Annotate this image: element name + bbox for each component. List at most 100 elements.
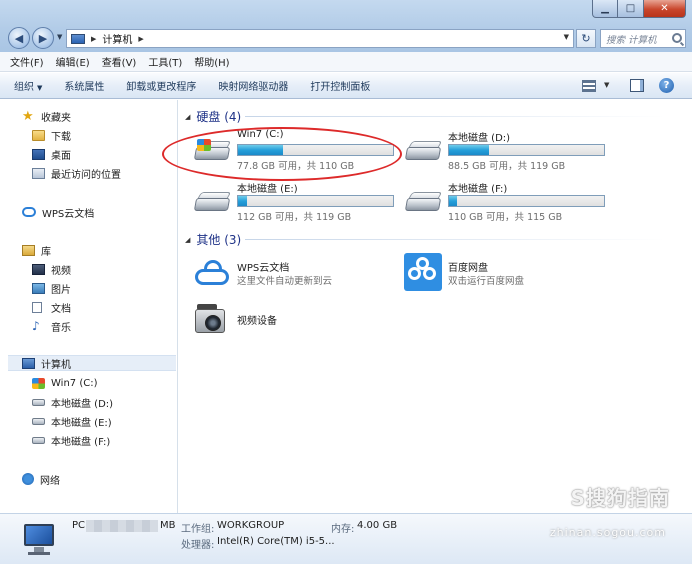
sidebar-favorites[interactable]: ★ 收藏夹 <box>22 108 71 124</box>
group-header-drives[interactable]: ◢ 硬盘 (4) <box>185 108 241 125</box>
memory-value: 4.00 GB <box>357 520 398 531</box>
group-divider <box>245 239 665 240</box>
computer-icon <box>71 33 85 44</box>
windows-drive-icon <box>193 139 232 161</box>
computer-name-suffix: MB <box>160 520 176 531</box>
menu-tools[interactable]: 工具(T) <box>148 54 182 69</box>
close-button[interactable]: ✕ <box>644 0 686 18</box>
library-icon <box>22 244 35 256</box>
capacity-bar <box>237 195 394 207</box>
drive-d-tile[interactable]: 本地磁盘 (D:) 88.5 GB 可用，共 119 GB <box>404 129 609 172</box>
item-name: WPS云文档 <box>237 263 290 274</box>
map-network-drive-button[interactable]: 映射网络驱动器 <box>218 78 288 93</box>
watermark-url: zhinan.sogou.com <box>549 526 666 539</box>
menu-view[interactable]: 查看(V) <box>102 54 137 69</box>
change-view-icon[interactable] <box>582 80 596 92</box>
refresh-button[interactable]: ↻ <box>576 29 596 48</box>
sidebar-item-music[interactable]: ♪ 音乐 <box>32 318 71 334</box>
capacity-bar <box>448 144 605 156</box>
video-icon <box>32 263 45 275</box>
capacity-fill <box>238 145 283 155</box>
drive-e-tile[interactable]: 本地磁盘 (E:) 112 GB 可用，共 119 GB <box>193 180 398 223</box>
back-button[interactable]: ◀ <box>8 27 30 49</box>
view-dropdown[interactable]: ▼ <box>604 81 609 89</box>
open-control-panel-button[interactable]: 打开控制面板 <box>310 78 370 93</box>
search-icon <box>672 33 682 43</box>
cloud-icon <box>22 207 36 217</box>
recent-pages-dropdown[interactable]: ▼ <box>57 33 62 41</box>
camera-icon <box>193 301 231 339</box>
sidebar-item-videos[interactable]: 视频 <box>32 261 71 277</box>
sidebar-item-drive-c[interactable]: Win7 (C:) <box>32 375 97 391</box>
wps-cloud-tile[interactable]: WPS云文档 这里文件自动更新到云 <box>193 257 393 297</box>
sidebar-item-downloads[interactable]: 下载 <box>32 127 71 143</box>
sidebar-wps-cloud[interactable]: WPS云文档 <box>22 204 94 220</box>
menu-help[interactable]: 帮助(H) <box>194 54 229 69</box>
document-icon <box>32 301 42 313</box>
processor-value: Intel(R) Core(TM) i5-5... <box>217 536 335 547</box>
baidu-netdisk-tile[interactable]: 百度网盘 双击运行百度网盘 <box>404 253 604 293</box>
collapse-arrow-icon: ◢ <box>185 235 191 244</box>
capacity-fill <box>449 145 490 155</box>
sidebar-item-drive-d[interactable]: 本地磁盘 (D:) <box>32 394 113 410</box>
sidebar-network[interactable]: 网络 <box>22 471 60 487</box>
drive-free-space: 110 GB 可用，共 115 GB <box>448 212 563 223</box>
navigation-pane: ★ 收藏夹 下载 桌面 最近访问的位置 WPS云文档 库 视频 图片 文档 ♪ 音乐… <box>0 100 178 513</box>
sidebar-item-drive-f[interactable]: 本地磁盘 (F:) <box>32 432 110 448</box>
drive-name: Win7 (C:) <box>237 129 284 140</box>
downloads-folder-icon <box>32 129 45 141</box>
address-dropdown[interactable]: ▼ <box>564 33 569 41</box>
group-header-others[interactable]: ◢ 其他 (3) <box>185 231 241 248</box>
menu-edit[interactable]: 编辑(E) <box>56 54 90 69</box>
baidu-netdisk-icon <box>404 253 442 291</box>
sidebar-computer[interactable]: 计算机 <box>8 355 176 371</box>
menu-file[interactable]: 文件(F) <box>10 54 44 69</box>
drive-free-space: 112 GB 可用，共 119 GB <box>237 212 352 223</box>
address-bar[interactable]: ▶ 计算机 ▶ ▼ <box>66 29 574 48</box>
sidebar-item-drive-e[interactable]: 本地磁盘 (E:) <box>32 413 112 429</box>
help-icon[interactable]: ? <box>659 78 674 93</box>
arrow-left-icon: ◀ <box>14 31 24 45</box>
hard-drive-icon <box>32 398 45 406</box>
computer-name: PC <box>72 520 86 531</box>
video-device-tile[interactable]: 视频设备 <box>193 301 393 341</box>
wps-cloud-icon <box>193 257 231 287</box>
computer-icon <box>22 357 35 369</box>
workgroup-value: WORKGROUP <box>217 520 285 531</box>
hard-drive-icon <box>32 436 45 444</box>
window-controls: ▁ □ ✕ <box>592 0 686 18</box>
menu-bar: 文件(F) 编辑(E) 查看(V) 工具(T) 帮助(H) <box>0 52 692 72</box>
arrow-right-icon: ▶ <box>38 31 48 45</box>
preview-pane-icon[interactable] <box>630 79 644 92</box>
search-input[interactable]: 搜索 计算机 <box>600 29 686 48</box>
sidebar-item-pictures[interactable]: 图片 <box>32 280 71 296</box>
desktop-icon <box>32 148 45 160</box>
forward-button[interactable]: ▶ <box>32 27 54 49</box>
item-name: 视频设备 <box>237 316 277 327</box>
sidebar-item-documents[interactable]: 文档 <box>32 299 71 315</box>
system-properties-button[interactable]: 系统属性 <box>64 78 104 93</box>
sidebar-item-desktop[interactable]: 桌面 <box>32 146 71 162</box>
drive-name: 本地磁盘 (F:) <box>448 184 508 195</box>
maximize-button[interactable]: □ <box>618 0 644 18</box>
minimize-button[interactable]: ▁ <box>592 0 618 18</box>
drive-free-space: 88.5 GB 可用，共 119 GB <box>448 161 566 172</box>
organize-button[interactable]: 组织 ▼ <box>14 78 42 93</box>
chevron-right-icon[interactable]: ▶ <box>138 35 143 43</box>
uninstall-program-button[interactable]: 卸载或更改程序 <box>126 78 196 93</box>
collapse-arrow-icon: ◢ <box>185 112 191 121</box>
breadcrumb-computer[interactable]: 计算机 <box>102 31 132 46</box>
drive-c-tile[interactable]: Win7 (C:) 77.8 GB 可用，共 110 GB <box>193 129 398 172</box>
processor-label: 处理器: <box>181 540 215 551</box>
watermark-logo: S搜狗指南 <box>570 486 670 510</box>
memory-label: 内存: <box>331 524 355 535</box>
chevron-right-icon[interactable]: ▶ <box>91 35 96 43</box>
sidebar-item-recent-places[interactable]: 最近访问的位置 <box>32 165 121 181</box>
capacity-fill <box>449 196 457 206</box>
drive-name: 本地磁盘 (D:) <box>448 133 511 144</box>
drive-f-tile[interactable]: 本地磁盘 (F:) 110 GB 可用，共 115 GB <box>404 180 609 223</box>
sidebar-libraries[interactable]: 库 <box>22 242 51 258</box>
hard-drive-icon <box>404 139 443 161</box>
refresh-icon: ↻ <box>581 32 591 45</box>
redacted-name <box>86 520 158 532</box>
